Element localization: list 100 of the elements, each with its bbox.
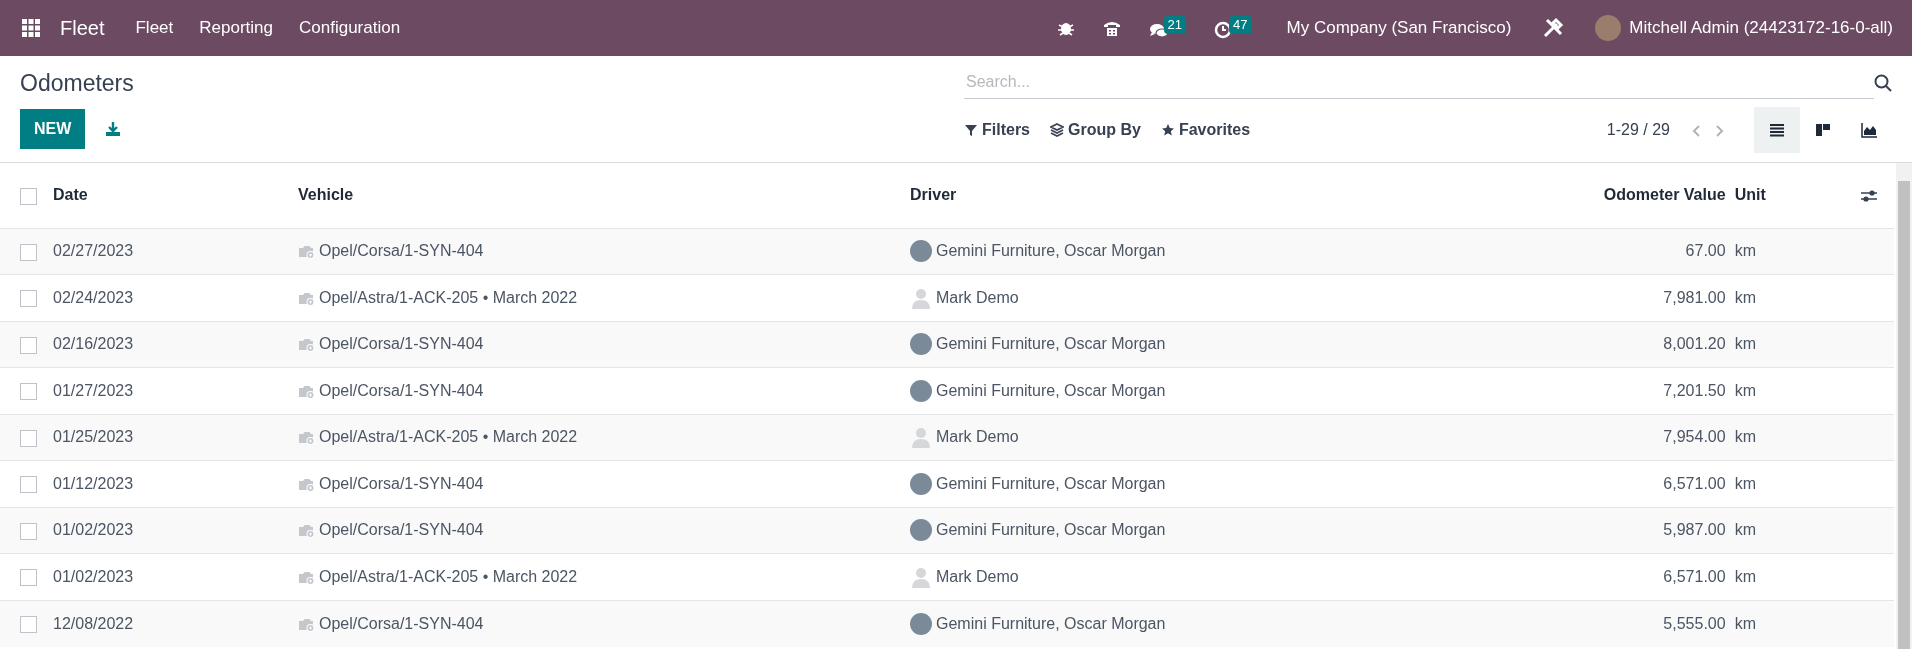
- counter-badge: 47: [1229, 16, 1252, 34]
- unit-cell: km: [1734, 521, 1756, 539]
- vehicle-cell-text: Opel/Astra/1-ACK-205 • March 2022: [319, 427, 578, 448]
- counter-badge: 21: [1163, 16, 1187, 34]
- odometer-value-cell: 6,571.00: [1663, 474, 1726, 492]
- unit-cell: km: [1734, 567, 1756, 585]
- avatar-placeholder: [910, 333, 932, 356]
- odometer-value-cell: 5,987.00: [1663, 521, 1726, 539]
- search-icon: [1874, 73, 1892, 92]
- view-switch-button[interactable]: [1754, 107, 1800, 153]
- date-cell: 01/12/2023: [53, 474, 134, 492]
- vehicle-cell-text: Opel/Corsa/1-SYN-404: [319, 520, 484, 541]
- unit-cell: km: [1734, 428, 1756, 446]
- driver-cell-text: Gemini Furniture, Oscar Morgan: [936, 380, 1166, 401]
- date-cell: 12/08/2022: [53, 614, 134, 632]
- avatar-placeholder: [910, 519, 932, 542]
- user-menu[interactable]: Mitchell Admin (24423172-16-0-all): [1582, 15, 1906, 41]
- new-button[interactable]: NEW: [20, 108, 86, 149]
- driver-cell-text: Mark Demo: [936, 566, 1019, 587]
- vehicle-cell-text: Opel/Corsa/1-SYN-404: [319, 473, 484, 494]
- odometer-value-cell: 8,001.20: [1663, 335, 1726, 353]
- avatar-placeholder: [910, 612, 932, 635]
- unit-cell: km: [1734, 288, 1756, 306]
- checkbox[interactable]: [20, 476, 37, 493]
- driver-cell-text: Gemini Furniture, Oscar Morgan: [936, 520, 1166, 541]
- unit-cell: km: [1734, 242, 1756, 260]
- download-icon: [105, 121, 122, 138]
- star-icon: [1160, 123, 1175, 137]
- driver-cell-text: Gemini Furniture, Oscar Morgan: [936, 473, 1166, 494]
- page-title: Odometers: [20, 69, 135, 98]
- filter-menu-button[interactable]: Favorites: [1150, 118, 1261, 142]
- checkbox[interactable]: [20, 429, 37, 447]
- driver-cell-text: Gemini Furniture, Oscar Morgan: [936, 334, 1166, 355]
- odometer-value-cell: 7,981.00: [1663, 288, 1726, 306]
- menu-item[interactable]: Configuration: [286, 15, 414, 41]
- person-silhouette-icon: [910, 565, 932, 588]
- avatar-placeholder: [910, 240, 932, 263]
- layers-icon: [1050, 123, 1064, 137]
- date-cell: 01/02/2023: [53, 567, 134, 585]
- odometer-value-cell: 67.00: [1685, 242, 1726, 260]
- vehicle-cell-text: Opel/Corsa/1-SYN-404: [319, 334, 484, 355]
- checkbox[interactable]: [20, 522, 37, 540]
- driver-cell-text: Mark Demo: [936, 427, 1019, 448]
- column-header[interactable]: Driver: [910, 186, 957, 204]
- person-silhouette-icon: [910, 286, 932, 309]
- date-cell: 02/24/2023: [53, 288, 134, 306]
- company-switcher[interactable]: My Company (San Francisco): [1273, 15, 1525, 41]
- vehicle-cell-text: Opel/Corsa/1-SYN-404: [319, 380, 484, 401]
- column-header[interactable]: Unit: [1734, 186, 1766, 204]
- sliders-icon[interactable]: [1860, 188, 1878, 204]
- pager-value: 1-29 / 29: [1606, 120, 1670, 140]
- unit-cell: km: [1734, 474, 1756, 492]
- person-silhouette-icon: [910, 426, 932, 449]
- menu-item[interactable]: Reporting: [186, 15, 286, 41]
- date-cell: 02/16/2023: [53, 335, 134, 353]
- checkbox[interactable]: [20, 336, 37, 354]
- unit-cell: km: [1734, 614, 1756, 632]
- app-name-link[interactable]: Fleet: [50, 13, 123, 43]
- column-header[interactable]: Odometer Value: [1603, 186, 1726, 204]
- list-view-icon: [1769, 122, 1785, 138]
- unit-cell: km: [1734, 381, 1756, 399]
- date-cell: 01/27/2023: [53, 381, 134, 399]
- systray-button[interactable]: 47: [1204, 11, 1262, 45]
- odometer-value-cell: 7,954.00: [1663, 428, 1726, 446]
- avatar-placeholder: [910, 379, 932, 402]
- kanban-view-icon: [1815, 122, 1831, 138]
- column-header[interactable]: Vehicle: [298, 186, 354, 204]
- vehicle-cell-text: Opel/Corsa/1-SYN-404: [319, 241, 484, 262]
- systray-button[interactable]: 21: [1138, 11, 1197, 45]
- odometer-value-cell: 5,555.00: [1663, 614, 1726, 632]
- area-chart-icon: [1861, 122, 1877, 138]
- driver-cell-text: Mark Demo: [936, 287, 1019, 308]
- checkbox[interactable]: [20, 243, 37, 261]
- checkbox[interactable]: [20, 383, 37, 400]
- checkbox[interactable]: [20, 615, 37, 633]
- checkbox[interactable]: [20, 569, 37, 586]
- scrollbar[interactable]: [1896, 163, 1912, 649]
- odometer-value-cell: 7,201.50: [1663, 381, 1726, 399]
- tools-icon: [1542, 17, 1565, 39]
- checkbox[interactable]: [20, 290, 37, 307]
- avatar-placeholder: [1595, 15, 1622, 41]
- user-name: Mitchell Admin (24423172-16-0-all): [1629, 17, 1893, 40]
- date-cell: 01/25/2023: [53, 428, 134, 446]
- driver-cell-text: Gemini Furniture, Oscar Morgan: [936, 613, 1166, 634]
- column-header[interactable]: Date: [53, 186, 88, 204]
- filter-menu-button[interactable]: Filters: [954, 118, 1040, 142]
- date-cell: 02/27/2023: [53, 242, 134, 260]
- unit-cell: km: [1734, 335, 1756, 353]
- vehicle-cell-text: Opel/Astra/1-ACK-205 • March 2022: [319, 287, 578, 308]
- menu-item[interactable]: Fleet: [122, 15, 187, 41]
- apps-grid-icon: [22, 19, 40, 37]
- filter-menu-button[interactable]: Group By: [1040, 118, 1151, 142]
- avatar-placeholder: [910, 472, 932, 495]
- driver-cell-text: Gemini Furniture, Oscar Morgan: [936, 241, 1166, 262]
- vehicle-cell-text: Opel/Astra/1-ACK-205 • March 2022: [319, 566, 578, 587]
- clock-icon: [1214, 21, 1233, 39]
- funnel-icon: [964, 123, 978, 137]
- checkbox[interactable]: [20, 187, 37, 205]
- phone-icon: [1102, 19, 1121, 37]
- odometer-value-cell: 6,571.00: [1663, 567, 1726, 585]
